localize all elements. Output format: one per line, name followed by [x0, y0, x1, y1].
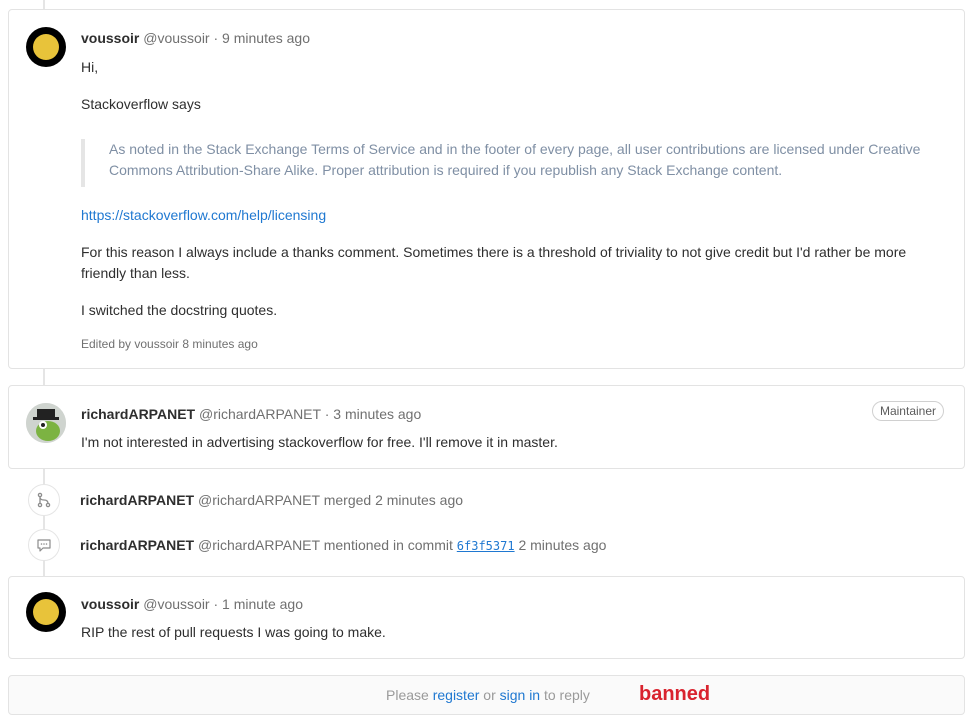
author-handle[interactable]: @richardARPANET — [198, 537, 320, 553]
merge-icon — [28, 484, 60, 516]
reply-or: or — [483, 687, 496, 703]
comment-icon — [28, 529, 60, 561]
note-header: voussoir @voussoir · 9 minutes ago — [81, 29, 310, 47]
reply-please: Please — [386, 687, 429, 703]
system-action: mentioned in commit — [323, 537, 453, 553]
maintainer-badge: Maintainer — [871, 401, 944, 421]
sign-in-link[interactable]: sign in — [500, 687, 540, 703]
system-note-commit: richardARPANET @richardARPANET mentioned… — [80, 536, 606, 555]
timeline-line — [43, 368, 45, 386]
merge-request-discussion: voussoir @voussoir · 9 minutes ago Hi, S… — [0, 0, 974, 724]
note-header: richardARPANET @richardARPANET · 3 minut… — [81, 405, 421, 423]
system-note-merged: richardARPANET @richardARPANET merged 2 … — [80, 491, 463, 509]
licensing-link[interactable]: https://stackoverflow.com/help/licensing — [81, 207, 326, 223]
note-timestamp[interactable]: 2 minutes ago — [518, 537, 606, 553]
blockquote: As noted in the Stack Exchange Terms of … — [81, 139, 924, 187]
avatar[interactable] — [26, 403, 66, 443]
note-text-greeting: Hi, — [81, 59, 99, 75]
note-text-reason: For this reason I always include a thank… — [81, 244, 907, 281]
note-link-container: https://stackoverflow.com/help/licensing — [81, 205, 944, 226]
author-handle[interactable]: @voussoir — [143, 30, 209, 46]
avatar[interactable] — [26, 27, 66, 67]
comment-icon-glyph — [37, 539, 51, 552]
note-timestamp[interactable]: 1 minute ago — [222, 596, 303, 612]
note-text: I'm not interested in advertising stacko… — [81, 434, 558, 450]
note-card: voussoir @voussoir · 1 minute ago RIP th… — [8, 576, 965, 659]
separator: · — [213, 596, 219, 612]
author-handle[interactable]: @voussoir — [143, 596, 209, 612]
author-name[interactable]: richardARPANET — [80, 492, 194, 508]
author-name[interactable]: richardARPANET — [80, 537, 194, 553]
separator: · — [324, 406, 330, 422]
note-text-intro: Stackoverflow says — [81, 96, 201, 112]
author-name[interactable]: richardARPANET — [81, 406, 195, 422]
reply-to-reply: to reply — [543, 687, 590, 703]
system-action: merged — [323, 492, 372, 508]
author-name[interactable]: voussoir — [81, 596, 139, 612]
avatar-image — [33, 599, 59, 625]
note-card: richardARPANET @richardARPANET · 3 minut… — [8, 385, 965, 469]
author-handle[interactable]: @richardARPANET — [199, 406, 321, 422]
note-text: RIP the rest of pull requests I was goin… — [81, 624, 386, 640]
note-timestamp[interactable]: 9 minutes ago — [222, 30, 310, 46]
separator: · — [213, 30, 219, 46]
reply-bar: Please register or sign in to reply bann… — [8, 675, 965, 715]
note-text-closing: I switched the docstring quotes. — [81, 302, 278, 318]
reply-prompt: Please register or sign in to reply — [386, 687, 590, 703]
commit-link[interactable]: 6f3f5371 — [457, 539, 515, 553]
edited-label: Edited by voussoir 8 minutes ago — [81, 337, 258, 351]
note-timestamp[interactable]: 3 minutes ago — [333, 406, 421, 422]
frog-avatar-icon — [26, 403, 66, 443]
banned-annotation: banned — [639, 683, 711, 705]
merge-icon-glyph — [37, 492, 51, 508]
avatar-image — [33, 34, 59, 60]
note-header: voussoir @voussoir · 1 minute ago — [81, 595, 303, 613]
author-handle[interactable]: @richardARPANET — [198, 492, 320, 508]
note-card: voussoir @voussoir · 9 minutes ago Hi, S… — [8, 9, 965, 369]
avatar[interactable] — [26, 592, 66, 632]
note-timestamp[interactable]: 2 minutes ago — [375, 492, 463, 508]
author-name[interactable]: voussoir — [81, 30, 139, 46]
register-link[interactable]: register — [433, 687, 480, 703]
